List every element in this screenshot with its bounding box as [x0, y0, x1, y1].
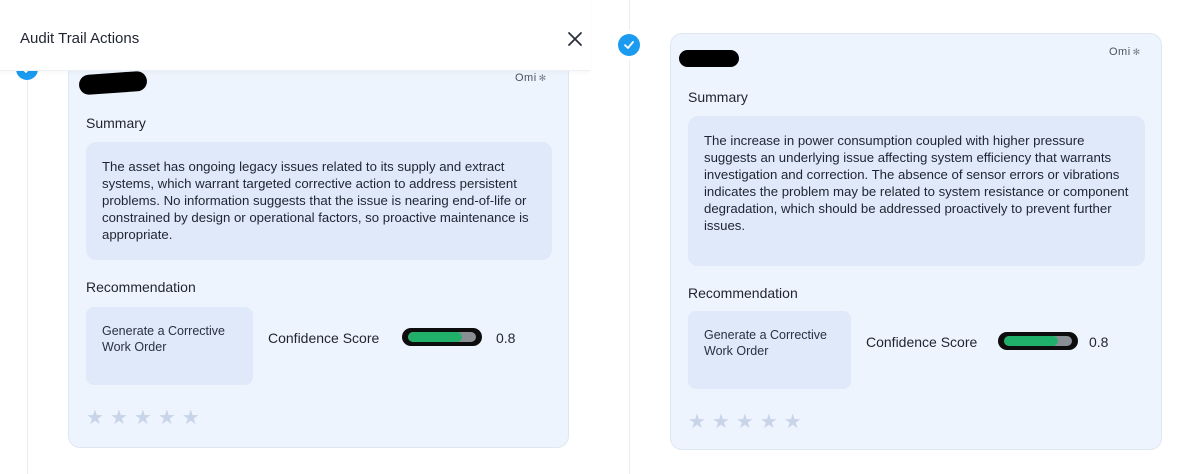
summary-label: Summary — [86, 115, 146, 131]
summary-text: The increase in power consumption couple… — [688, 116, 1145, 266]
star-icon[interactable]: ★ — [134, 408, 152, 428]
timeline-line — [629, 0, 630, 30]
confidence-value: 0.8 — [1089, 334, 1109, 350]
audit-card: Omi ✻ Summary The asset has ongoing legac… — [68, 45, 569, 448]
confidence-value: 0.8 — [496, 330, 516, 346]
audit-card: Omi ✻ Summary The increase in power consu… — [670, 33, 1162, 450]
redacted-name — [679, 50, 739, 67]
star-icon[interactable]: ★ — [688, 412, 706, 432]
star-icon[interactable]: ★ — [736, 412, 754, 432]
right-panel: Omi ✻ Summary The increase in power consu… — [600, 0, 1185, 474]
redacted-name — [78, 70, 148, 96]
star-icon[interactable]: ★ — [760, 412, 778, 432]
star-icon[interactable]: ★ — [784, 412, 802, 432]
timeline-line — [629, 60, 630, 474]
star-icon[interactable]: ★ — [158, 408, 176, 428]
omi-badge: Omi ✻ — [1109, 46, 1141, 58]
star-icon[interactable]: ★ — [182, 408, 200, 428]
confidence-label: Confidence Score — [866, 334, 978, 350]
summary-label: Summary — [688, 89, 748, 105]
confidence-label: Confidence Score — [268, 330, 380, 346]
confidence-bar — [402, 328, 482, 346]
panel-header: Audit Trail Actions — [0, 0, 590, 71]
rating-stars[interactable]: ★ ★ ★ ★ ★ — [86, 408, 200, 428]
star-icon[interactable]: ★ — [712, 412, 730, 432]
left-panel: Omi ✻ Summary The asset has ongoing legac… — [0, 0, 590, 474]
confidence-fill — [408, 332, 463, 342]
star-icon[interactable]: ★ — [110, 408, 128, 428]
recommendation-button[interactable]: Generate a Corrective Work Order — [688, 311, 851, 389]
close-icon[interactable] — [566, 30, 584, 48]
rating-stars[interactable]: ★ ★ ★ ★ ★ — [688, 412, 802, 432]
summary-text: The asset has ongoing legacy issues rela… — [86, 142, 552, 260]
timeline-line — [27, 70, 28, 474]
recommendation-button[interactable]: Generate a Corrective Work Order — [86, 307, 253, 385]
panel-title: Audit Trail Actions — [20, 30, 140, 47]
recommendation-label: Recommendation — [688, 285, 798, 301]
star-icon[interactable]: ★ — [86, 408, 104, 428]
check-icon — [618, 34, 640, 56]
sparkle-icon: ✻ — [1132, 47, 1141, 57]
recommendation-label: Recommendation — [86, 279, 196, 295]
sparkle-icon: ✻ — [538, 73, 547, 83]
omi-badge: Omi ✻ — [515, 72, 547, 84]
confidence-fill — [1004, 336, 1059, 346]
confidence-bar — [998, 332, 1078, 350]
